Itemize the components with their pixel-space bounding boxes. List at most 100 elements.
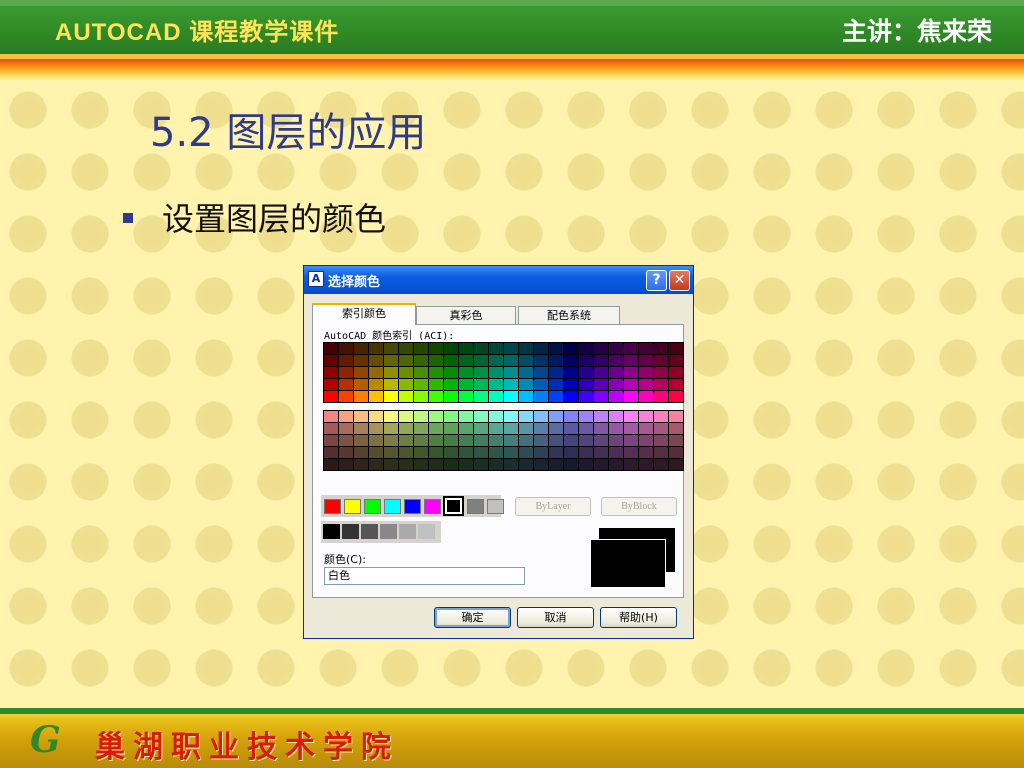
aci-color-cell[interactable] (609, 459, 623, 470)
aci-color-cell[interactable] (519, 435, 533, 446)
aci-color-cell[interactable] (369, 391, 383, 402)
gray-color-swatch[interactable] (399, 524, 416, 539)
aci-color-cell[interactable] (594, 447, 608, 458)
aci-color-cell[interactable] (489, 367, 503, 378)
aci-color-cell[interactable] (324, 459, 338, 470)
aci-color-cell[interactable] (534, 411, 548, 422)
aci-color-cell[interactable] (624, 447, 638, 458)
aci-color-cell[interactable] (354, 411, 368, 422)
aci-color-cell[interactable] (519, 459, 533, 470)
aci-color-cell[interactable] (384, 411, 398, 422)
aci-color-cell[interactable] (519, 411, 533, 422)
standard-color-swatch[interactable] (424, 499, 441, 514)
aci-color-cell[interactable] (369, 447, 383, 458)
aci-color-cell[interactable] (549, 391, 563, 402)
aci-color-cell[interactable] (594, 459, 608, 470)
cancel-button[interactable]: 取消 (517, 607, 594, 628)
aci-color-cell[interactable] (414, 343, 428, 354)
aci-color-cell[interactable] (594, 423, 608, 434)
aci-color-cell[interactable] (444, 379, 458, 390)
aci-color-cell[interactable] (489, 355, 503, 366)
aci-color-cell[interactable] (549, 411, 563, 422)
aci-color-cell[interactable] (429, 379, 443, 390)
aci-color-cell[interactable] (594, 379, 608, 390)
aci-color-cell[interactable] (489, 423, 503, 434)
aci-color-cell[interactable] (399, 447, 413, 458)
aci-color-cell[interactable] (339, 435, 353, 446)
standard-color-swatch[interactable] (344, 499, 361, 514)
aci-color-cell[interactable] (414, 435, 428, 446)
gray-color-swatch[interactable] (323, 524, 340, 539)
aci-color-cell[interactable] (474, 411, 488, 422)
aci-color-cell[interactable] (624, 367, 638, 378)
bylayer-button[interactable]: ByLayer (515, 497, 591, 516)
aci-color-cell[interactable] (444, 355, 458, 366)
aci-color-cell[interactable] (639, 367, 653, 378)
aci-color-cell[interactable] (384, 379, 398, 390)
aci-color-cell[interactable] (639, 447, 653, 458)
aci-color-cell[interactable] (324, 343, 338, 354)
aci-color-cell[interactable] (354, 435, 368, 446)
aci-color-cell[interactable] (534, 379, 548, 390)
tab-true-color[interactable]: 真彩色 (416, 306, 516, 324)
aci-color-cell[interactable] (669, 435, 683, 446)
aci-color-cell[interactable] (654, 379, 668, 390)
aci-color-cell[interactable] (429, 435, 443, 446)
aci-color-cell[interactable] (384, 367, 398, 378)
byblock-button[interactable]: ByBlock (601, 497, 677, 516)
aci-color-cell[interactable] (669, 459, 683, 470)
aci-color-cell[interactable] (384, 435, 398, 446)
aci-color-cell[interactable] (579, 343, 593, 354)
aci-color-cell[interactable] (609, 355, 623, 366)
aci-color-cell[interactable] (579, 411, 593, 422)
aci-color-cell[interactable] (594, 391, 608, 402)
aci-color-cell[interactable] (369, 411, 383, 422)
aci-color-cell[interactable] (534, 343, 548, 354)
aci-color-cell[interactable] (459, 423, 473, 434)
aci-color-cell[interactable] (354, 343, 368, 354)
aci-color-cell[interactable] (414, 367, 428, 378)
aci-color-cell[interactable] (444, 367, 458, 378)
aci-color-cell[interactable] (429, 459, 443, 470)
aci-color-cell[interactable] (639, 459, 653, 470)
tab-color-books[interactable]: 配色系统 (518, 306, 620, 324)
aci-color-cell[interactable] (504, 391, 518, 402)
aci-color-cell[interactable] (519, 423, 533, 434)
standard-color-swatch[interactable] (467, 499, 484, 514)
aci-color-cell[interactable] (609, 367, 623, 378)
aci-color-cell[interactable] (474, 355, 488, 366)
standard-color-swatch[interactable] (324, 499, 341, 514)
aci-color-cell[interactable] (384, 459, 398, 470)
aci-color-cell[interactable] (414, 423, 428, 434)
aci-color-cell[interactable] (504, 423, 518, 434)
aci-color-cell[interactable] (444, 459, 458, 470)
aci-color-cell[interactable] (504, 459, 518, 470)
aci-color-cell[interactable] (624, 355, 638, 366)
aci-color-cell[interactable] (549, 423, 563, 434)
aci-color-cell[interactable] (459, 459, 473, 470)
aci-color-cell[interactable] (354, 459, 368, 470)
aci-color-cell[interactable] (669, 379, 683, 390)
aci-color-cell[interactable] (609, 435, 623, 446)
aci-color-cell[interactable] (579, 391, 593, 402)
aci-color-cell[interactable] (564, 343, 578, 354)
aci-palette-dark[interactable] (323, 410, 684, 471)
aci-color-cell[interactable] (504, 379, 518, 390)
aci-color-cell[interactable] (474, 367, 488, 378)
aci-color-cell[interactable] (384, 355, 398, 366)
aci-color-cell[interactable] (414, 411, 428, 422)
tab-index-color[interactable]: 索引颜色 (312, 303, 416, 325)
aci-color-cell[interactable] (354, 391, 368, 402)
aci-color-cell[interactable] (339, 355, 353, 366)
aci-color-cell[interactable] (399, 379, 413, 390)
aci-color-cell[interactable] (564, 379, 578, 390)
aci-color-cell[interactable] (444, 435, 458, 446)
aci-color-cell[interactable] (504, 411, 518, 422)
aci-color-cell[interactable] (654, 391, 668, 402)
aci-color-cell[interactable] (414, 391, 428, 402)
aci-color-cell[interactable] (579, 379, 593, 390)
aci-color-cell[interactable] (489, 379, 503, 390)
aci-color-cell[interactable] (384, 447, 398, 458)
aci-color-cell[interactable] (654, 367, 668, 378)
aci-color-cell[interactable] (579, 423, 593, 434)
